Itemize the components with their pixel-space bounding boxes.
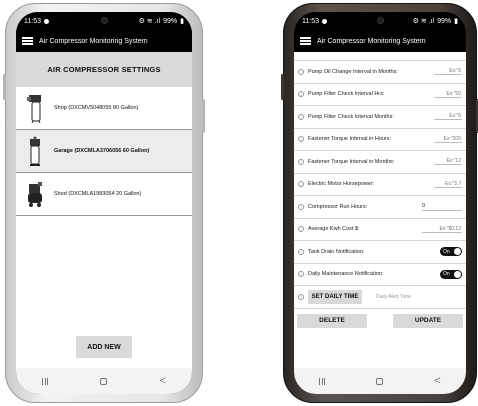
- form-row-filter-check-hours: i Pump Filter Check Interval Hrs:: [294, 84, 466, 106]
- status-bar: 11:53 ⚙ ≋ .ıl 99% ▮: [294, 12, 466, 30]
- scroll-edge: [294, 52, 466, 61]
- info-icon[interactable]: i: [298, 271, 304, 278]
- recent-apps-icon[interactable]: [42, 377, 49, 385]
- screen-left: 11:53 ⚙ ≋ .ıl 99% ▮ Air Compressor Monit…: [16, 12, 192, 394]
- form-row-daily-maintenance: i Daily Maintenance Notification: On: [294, 264, 466, 286]
- info-icon[interactable]: i: [298, 91, 304, 98]
- camera-icon: [101, 17, 108, 24]
- status-bar: 11:53 ⚙ ≋ .ıl 99% ▮: [16, 12, 192, 30]
- info-icon[interactable]: i: [298, 181, 304, 188]
- battery-icon: ▮: [180, 18, 184, 25]
- field-label: Tank Drain Notification:: [308, 248, 365, 255]
- notification-icon: [44, 18, 49, 24]
- action-buttons: DELETE UPDATE: [294, 309, 466, 328]
- field-label: Average Kwh Cost $:: [308, 226, 360, 233]
- status-time: 11:53: [302, 17, 319, 25]
- recent-apps-icon[interactable]: [319, 377, 326, 385]
- form-row-torque-hours: i Fastener Torque Interval in Hours:: [294, 129, 466, 151]
- form-row-kwh-cost: i Average Kwh Cost $:: [294, 219, 466, 241]
- kwh-cost-input[interactable]: [422, 225, 462, 233]
- compressor-label: Shed (DXCMLA1983054 20 Gallon): [54, 191, 142, 197]
- compressor-row-shed[interactable]: Shed (DXCMLA1983054 20 Gallon): [16, 173, 192, 216]
- torque-hours-input[interactable]: [434, 135, 462, 143]
- field-label: Electric Motor Horsepower:: [308, 181, 375, 188]
- set-daily-time-button[interactable]: SET DAILY TIME: [308, 289, 362, 304]
- app-title: Air Compressor Monitoring System: [39, 37, 148, 45]
- daily-maintenance-toggle[interactable]: On: [440, 269, 462, 279]
- tank-drain-toggle[interactable]: On: [440, 247, 462, 257]
- settings-header: AIR COMPRESSOR SETTINGS: [16, 52, 192, 87]
- battery-icon: ▮: [454, 18, 458, 25]
- filter-check-months-input[interactable]: [434, 113, 462, 121]
- app-title: Air Compressor Monitoring System: [317, 37, 426, 45]
- toggle-state: On: [443, 271, 450, 278]
- info-icon[interactable]: i: [298, 136, 304, 143]
- motor-horsepower-input[interactable]: [434, 180, 462, 188]
- info-icon[interactable]: i: [298, 158, 304, 165]
- form-row-filter-check-months: i Pump Filter Check Interval Months:: [294, 106, 466, 129]
- field-label: Pump Oil Change Interval in Months:: [308, 68, 398, 75]
- form-row-oil-change-months: i Pump Oil Change Interval in Months:: [294, 61, 466, 84]
- camera-icon: [377, 17, 384, 24]
- form-row-run-hours: i Compressor Run Hours: 0: [294, 196, 466, 219]
- battery-level: 99%: [437, 17, 452, 25]
- compressor-row-shop[interactable]: Shop (DXCMV5048055 80 Gallon): [16, 87, 192, 130]
- signal-icon: ⚙ ≋ .ıl: [412, 18, 435, 25]
- compressor-label: Shop (DXCMV5048055 80 Gallon): [54, 105, 139, 111]
- compressor-settings-list: AIR COMPRESSOR SETTINGS Shop (DXCMV50480…: [16, 52, 192, 368]
- toggle-state: On: [443, 248, 450, 255]
- compressor-row-garage[interactable]: Garage (DXCMLA3706056 60 Gallon): [16, 130, 192, 173]
- form-row-tank-drain: i Tank Drain Notification: On: [294, 241, 466, 264]
- add-new-button[interactable]: ADD NEW: [76, 336, 132, 358]
- notification-icon: [322, 18, 327, 24]
- daily-alert-time-field[interactable]: Daily Alert Time: [376, 294, 411, 300]
- back-icon[interactable]: <: [159, 375, 165, 387]
- phone-left: 11:53 ⚙ ≋ .ıl 99% ▮ Air Compressor Monit…: [3, 3, 205, 403]
- hamburger-icon[interactable]: [22, 37, 33, 45]
- hamburger-icon[interactable]: [300, 37, 311, 45]
- field-label: Fastener Torque Interval in Months:: [308, 158, 395, 165]
- home-icon[interactable]: [100, 377, 108, 385]
- info-icon[interactable]: i: [298, 226, 304, 233]
- compressor-icon: [28, 182, 42, 207]
- power-button: [202, 99, 205, 133]
- update-button[interactable]: UPDATE: [393, 313, 463, 328]
- compressor-icon: [30, 136, 40, 166]
- compressor-label: Garage (DXCMLA3706056 60 Gallon): [54, 148, 150, 154]
- signal-icon: ⚙ ≋ .ıl: [138, 18, 161, 25]
- field-label: Fastener Torque Interval in Hours:: [308, 136, 392, 143]
- system-nav-bar: <: [16, 368, 192, 394]
- filter-check-hours-input[interactable]: [434, 90, 462, 98]
- compressor-edit-form: i Pump Oil Change Interval in Months: i …: [294, 52, 466, 368]
- info-icon[interactable]: i: [298, 203, 304, 210]
- compressor-icon: [27, 95, 41, 123]
- back-icon[interactable]: <: [434, 375, 440, 387]
- volume-button: [3, 74, 6, 100]
- form-row-daily-time: i SET DAILY TIME Daily Alert Time: [294, 286, 466, 309]
- info-icon[interactable]: i: [298, 293, 304, 300]
- field-label: Pump Filter Check Interval Hrs:: [308, 91, 385, 98]
- home-icon[interactable]: [376, 377, 384, 385]
- status-time: 11:53: [24, 17, 41, 25]
- delete-button[interactable]: DELETE: [297, 313, 367, 328]
- phone-right: 11:53 ⚙ ≋ .ıl 99% ▮ Air Compressor Monit…: [281, 3, 478, 403]
- field-label: Compressor Run Hours:: [308, 203, 368, 210]
- field-label: Pump Filter Check Interval Months:: [308, 113, 394, 120]
- field-label: Daily Maintenance Notification:: [308, 271, 384, 278]
- volume-button: [281, 74, 284, 100]
- oil-change-months-input[interactable]: [434, 68, 462, 76]
- info-icon[interactable]: i: [298, 113, 304, 120]
- torque-months-input[interactable]: [434, 158, 462, 166]
- screen-right: 11:53 ⚙ ≋ .ıl 99% ▮ Air Compressor Monit…: [294, 12, 466, 394]
- run-hours-value[interactable]: 0: [422, 203, 462, 211]
- info-icon[interactable]: i: [298, 248, 304, 255]
- app-bar: Air Compressor Monitoring System: [16, 30, 192, 52]
- battery-level: 99%: [163, 17, 178, 25]
- system-nav-bar: <: [294, 368, 466, 394]
- info-icon[interactable]: i: [298, 68, 304, 75]
- app-bar: Air Compressor Monitoring System: [294, 30, 466, 52]
- form-row-motor-horsepower: i Electric Motor Horsepower:: [294, 174, 466, 196]
- form-row-torque-months: i Fastener Torque Interval in Months:: [294, 151, 466, 174]
